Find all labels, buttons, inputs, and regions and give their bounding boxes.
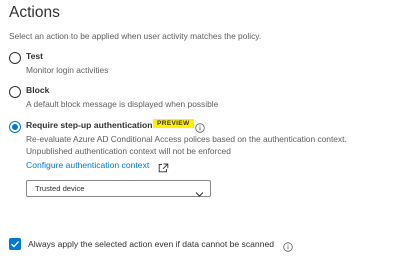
option-step-up-description-2: Unpublished authentication context will … <box>26 146 231 156</box>
option-step-up-description-1: Re-evaluate Azure AD Conditional Access … <box>26 134 347 144</box>
always-apply-label: Always apply the selected action even if… <box>28 239 275 249</box>
always-apply-checkbox[interactable] <box>9 238 21 250</box>
radio-step-up[interactable] <box>9 121 21 133</box>
actions-title: Actions <box>9 4 60 21</box>
option-test-label: Test <box>26 51 44 61</box>
radio-test[interactable] <box>9 52 21 64</box>
configure-auth-context-link[interactable]: Configure authentication context <box>26 160 149 170</box>
auth-context-dropdown[interactable]: Trusted device <box>26 180 211 197</box>
external-link-icon[interactable] <box>158 160 169 178</box>
dropdown-selected-value: Trusted device <box>35 184 85 193</box>
chevron-down-icon <box>195 185 204 203</box>
info-icon[interactable] <box>283 239 293 257</box>
option-block-description: A default block message is displayed whe… <box>26 99 219 109</box>
option-step-up-label: Require step-up authentication <box>26 120 153 130</box>
radio-block[interactable] <box>9 86 21 98</box>
option-test-description: Monitor login activities <box>26 65 109 75</box>
actions-subtitle: Select an action to be applied when user… <box>9 31 262 41</box>
preview-badge: PREVIEW <box>153 119 194 128</box>
option-block-label: Block <box>26 85 50 95</box>
